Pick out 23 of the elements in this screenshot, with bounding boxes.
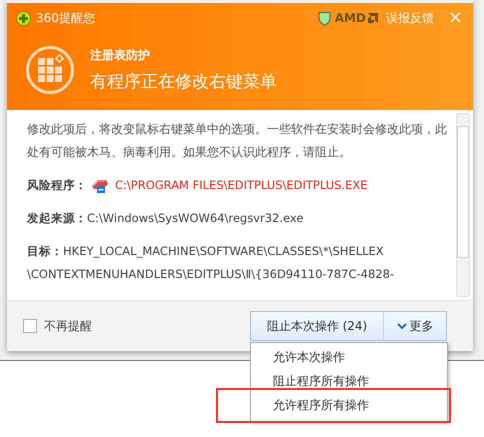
menu-item[interactable]: 允许程序所有操作 <box>251 393 447 417</box>
registry-grid-icon <box>25 45 75 95</box>
more-button[interactable]: 更多 <box>384 312 446 340</box>
description-text: 修改此项后，将改变鼠标右键菜单中的选项。一些软件在安装时会修改此项，此处有可能被木马、病毒利用。如果您不认识此程序，请阻止。 <box>27 121 448 161</box>
menu-item[interactable]: 允许本次操作 <box>251 345 447 369</box>
detail-text: 发起来源：C:\Windows\SysWOW64\regsvr32.exe <box>27 210 304 227</box>
scrollbar[interactable] <box>456 113 470 297</box>
dont-remind-checkbox[interactable] <box>23 319 37 333</box>
window-title: 360提醒您 <box>36 10 95 26</box>
arrow-logo-icon <box>368 13 378 23</box>
shield-icon <box>318 10 331 26</box>
risk-program-path: C:\PROGRAM FILES\EDITPLUS\EDITPLUS.EXE <box>115 178 368 192</box>
plus-logo-icon <box>16 10 31 26</box>
blocked-file-icon <box>91 178 109 193</box>
dont-remind-label: 不再提醒 <box>44 318 92 334</box>
block-button[interactable]: 阻止本次操作 (24) <box>251 312 384 340</box>
brand-label: AMD <box>334 11 366 25</box>
detail-label: 风险程序： <box>27 178 87 192</box>
chevron-down-icon <box>396 322 406 330</box>
menu-item[interactable]: 阻止程序所有操作 <box>251 369 447 393</box>
category-label: 注册表防护 <box>90 47 151 64</box>
detail-text: 目标：HKEY_LOCAL_MACHINE\SOFTWARE\CLASSES\*\SHELLEX \CONTEXTMENUHANDLERS\EDITPLUS\Ⅱ\{36D94110-787C-4828- <box>27 243 396 283</box>
alert-headline: 有程序正在修改右键菜单 <box>90 71 277 93</box>
